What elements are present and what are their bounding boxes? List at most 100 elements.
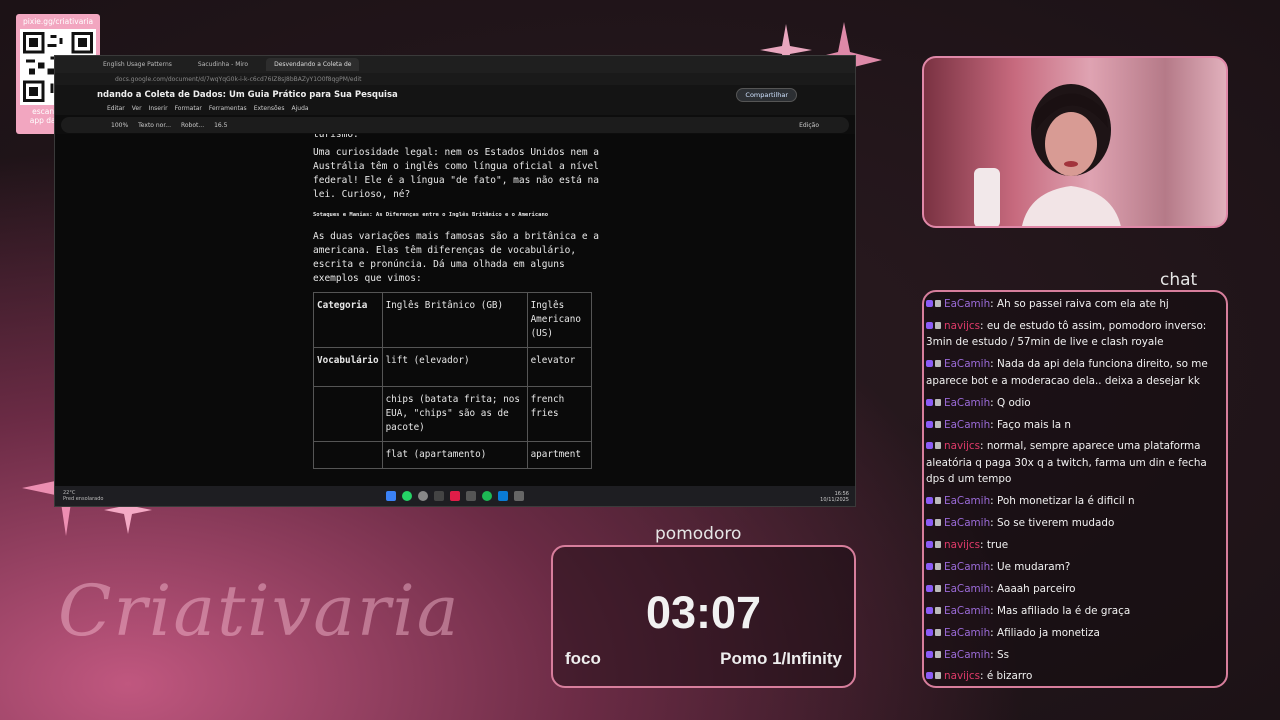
chat-username[interactable]: EaCamih — [944, 517, 990, 529]
chat-username[interactable]: EaCamih — [944, 397, 990, 409]
chat-username[interactable]: EaCamih — [944, 495, 990, 507]
chat-username[interactable]: navijcs — [944, 320, 980, 332]
chat-username[interactable]: EaCamih — [944, 605, 990, 617]
menu-item[interactable]: Formatar — [175, 105, 202, 115]
badge-icon — [926, 497, 933, 505]
chat-list: EaCamih: Ah so passei raiva com ela ate … — [924, 292, 1226, 685]
browser-tab[interactable]: Sacudinha - Miro — [190, 58, 256, 71]
badge-icon — [926, 584, 933, 592]
chat-text: é bizarro — [986, 670, 1033, 683]
chat-message: navijcs: é bizarro — [924, 668, 1226, 685]
browser-tab[interactable]: English Usage Patterns — [95, 58, 180, 71]
chat-message: EaCamih: Ue mudaram? — [924, 559, 1226, 576]
start-icon[interactable] — [386, 491, 396, 501]
badge-icon — [935, 420, 941, 428]
chat-username[interactable]: EaCamih — [944, 419, 990, 431]
timer-mode: foco — [565, 649, 601, 668]
table-row: chips (batata frita; nos EUA, "chips" sã… — [313, 386, 592, 442]
comparison-table: Categoria Inglês Britânico (GB) Inglês A… — [313, 292, 592, 469]
menu-item[interactable]: Ajuda — [292, 105, 309, 115]
badge-icon — [926, 420, 933, 428]
font-size-input[interactable]: 16.5 — [214, 122, 227, 129]
table-row: flat (apartamento) apartment — [313, 441, 592, 469]
chat-username[interactable]: EaCamih — [944, 649, 990, 661]
clock[interactable]: 16:56 10/11/2025 — [820, 491, 849, 503]
vscode-icon[interactable] — [498, 491, 508, 501]
badge-icon — [926, 360, 933, 368]
badge-icon — [935, 672, 941, 680]
app-icon[interactable] — [466, 491, 476, 501]
terminal-icon[interactable] — [514, 491, 524, 501]
app-icon[interactable] — [450, 491, 460, 501]
menu-item[interactable]: Ferramentas — [209, 105, 247, 115]
streamer-image — [1022, 84, 1121, 226]
chat-username[interactable]: EaCamih — [944, 583, 990, 595]
badge-icon — [926, 398, 933, 406]
edit-mode-select[interactable]: Edição — [799, 122, 819, 129]
spotify-icon[interactable] — [482, 491, 492, 501]
style-select[interactable]: Texto nor... — [138, 122, 171, 129]
chat-text: Ah so passei raiva com ela ate hj — [996, 298, 1169, 310]
table-header-cell: Inglês Americano (US) — [526, 292, 592, 348]
browser-tab-active[interactable]: Desvendando a Coleta de — [266, 58, 360, 71]
table-cell — [313, 441, 383, 469]
badge-icon — [935, 360, 941, 368]
doc-paragraph: Uma curiosidade legal: nem os Estados Un… — [313, 147, 599, 200]
obs-icon[interactable] — [418, 491, 428, 501]
badge-icon — [926, 519, 933, 527]
chat-text: Ue mudaram? — [996, 561, 1071, 574]
menu-item[interactable]: Inserir — [149, 105, 168, 115]
chat-text: true — [986, 539, 1009, 552]
badge-icon — [935, 300, 941, 307]
table-header-cell: Inglês Britânico (GB) — [381, 292, 528, 348]
doc-title[interactable]: ndando a Coleta de Dados: Um Guia Prátic… — [97, 90, 398, 100]
chat-username[interactable]: EaCamih — [944, 561, 990, 573]
chat-text: Q odio — [996, 396, 1031, 409]
chat-username[interactable]: EaCamih — [944, 298, 990, 310]
badge-icon — [926, 563, 933, 571]
chat-text: So se tiverem mudado — [996, 517, 1115, 530]
address-bar[interactable]: docs.google.com/document/d/7wqYqG0k-i-k-… — [55, 73, 855, 85]
table-cell — [313, 386, 383, 442]
chat-message: EaCamih: Q odio — [924, 395, 1226, 412]
badge-icon — [926, 650, 933, 658]
zoom-select[interactable]: 100% — [111, 122, 128, 129]
document-canvas[interactable]: turismo. Uma curiosidade legal: nem os E… — [55, 134, 855, 486]
chat-text: Aaaah parceiro — [996, 582, 1076, 595]
pomodoro-count: Pomo 1/Infinity — [720, 649, 842, 668]
app-icon[interactable] — [434, 491, 444, 501]
doc-paragraph: As duas variações mais famosas são a bri… — [313, 231, 599, 284]
badge-icon — [935, 650, 941, 658]
chat-text: Afiliado ja monetiza — [996, 626, 1100, 639]
chat-message: EaCamih: Poh monetizar la é dificil n — [924, 493, 1226, 510]
windows-taskbar: 22°C Pred ensolarado 16:56 10/11/2025 — [55, 486, 855, 506]
table-cell: Vocabulário — [313, 347, 383, 387]
document-page: turismo. Uma curiosidade legal: nem os E… — [313, 134, 603, 469]
chat-username[interactable]: EaCamih — [944, 358, 990, 370]
badge-icon — [926, 442, 933, 450]
doc-menubar: Editar Ver Inserir Formatar Ferramentas … — [55, 105, 855, 115]
brand-watermark: Criativaria — [58, 570, 461, 652]
chat-message: navijcs: true — [924, 537, 1226, 554]
weather-widget[interactable]: 22°C Pred ensolarado — [63, 490, 103, 502]
badge-icon — [935, 541, 941, 549]
chat-username[interactable]: navijcs — [944, 670, 980, 682]
microphone-icon — [974, 168, 1000, 226]
badge-icon — [935, 606, 941, 614]
share-button[interactable]: Compartilhar — [736, 88, 797, 102]
qr-url: pixie.gg/criativaria — [22, 17, 94, 26]
chat-message: EaCamih: Mas afiliado la é de graça — [924, 603, 1226, 620]
doc-toolbar: 100% Texto nor... Robot... 16.5 Edição — [61, 117, 849, 133]
chat-username[interactable]: navijcs — [944, 440, 980, 452]
menu-item[interactable]: Editar — [107, 105, 125, 115]
badge-icon — [935, 563, 941, 571]
table-cell: elevator — [526, 347, 592, 387]
chat-username[interactable]: navijcs — [944, 539, 980, 551]
chat-username[interactable]: EaCamih — [944, 627, 990, 639]
font-select[interactable]: Robot... — [181, 122, 204, 129]
menu-item[interactable]: Ver — [132, 105, 142, 115]
menu-item[interactable]: Extensões — [254, 105, 285, 115]
badge-icon — [935, 497, 941, 505]
whatsapp-icon[interactable] — [402, 491, 412, 501]
chat-message: EaCamih: Afiliado ja monetiza — [924, 625, 1226, 642]
